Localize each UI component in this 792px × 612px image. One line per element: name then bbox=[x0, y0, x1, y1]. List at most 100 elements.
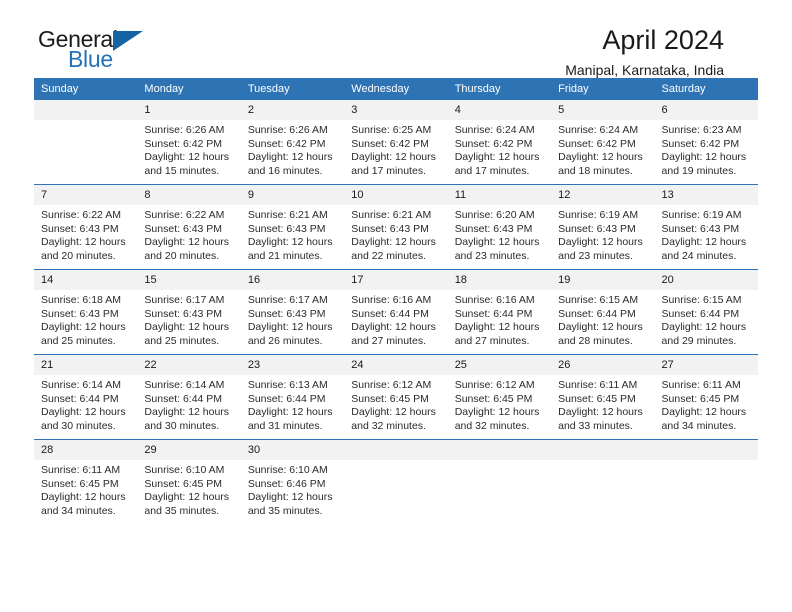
calendar-day-cell[interactable]: 29 Sunrise: 6:10 AM Sunset: 6:45 PM Dayligh… bbox=[137, 440, 241, 524]
day-number bbox=[447, 440, 552, 460]
calendar-day-cell[interactable]: 11 Sunrise: 6:20 AM Sunset: 6:43 PM Dayligh… bbox=[447, 185, 552, 269]
daylight-text: Daylight: 12 hours bbox=[454, 406, 540, 419]
sunset-text: Sunset: 6:42 PM bbox=[661, 137, 740, 150]
calendar-day-cell[interactable]: 30 Sunrise: 6:10 AM Sunset: 6:46 PM Dayligh… bbox=[240, 440, 345, 524]
daylight-text: Daylight: 12 hours bbox=[247, 151, 333, 164]
calendar-day-cell[interactable]: 25 Sunrise: 6:12 AM Sunset: 6:45 PM Dayligh… bbox=[447, 355, 552, 439]
day-number: 6 bbox=[654, 100, 758, 120]
day-number bbox=[344, 440, 448, 460]
calendar-day-cell[interactable]: 21 Sunrise: 6:14 AM Sunset: 6:44 PM Dayligh… bbox=[34, 355, 138, 439]
daylight-text: and 28 minutes. bbox=[558, 334, 633, 347]
calendar-day-cell[interactable]: 27 Sunrise: 6:11 AM Sunset: 6:45 PM Dayligh… bbox=[654, 355, 758, 439]
sunrise-text: Sunrise: 6:21 AM bbox=[247, 209, 328, 221]
day-details: Sunrise: 6:21 AM Sunset: 6:43 PM Daylight:… bbox=[344, 205, 447, 263]
calendar-day-cell[interactable]: 7 Sunrise: 6:22 AM Sunset: 6:43 PM Daylight… bbox=[34, 185, 138, 269]
calendar-day-cell[interactable]: 24 Sunrise: 6:12 AM Sunset: 6:45 PM Dayligh… bbox=[344, 355, 448, 439]
sunset-text: Sunset: 6:42 PM bbox=[351, 137, 429, 150]
daylight-text: and 27 minutes. bbox=[351, 334, 426, 347]
sunset-text: Sunset: 6:45 PM bbox=[351, 392, 429, 405]
day-cell-content: 11 Sunrise: 6:20 AM Sunset: 6:43 PM Dayligh… bbox=[447, 185, 552, 269]
weekday-header-cell: Sunday bbox=[34, 78, 138, 100]
day-details: Sunrise: 6:11 AM Sunset: 6:45 PM Daylight:… bbox=[551, 375, 654, 433]
sunset-text: Sunset: 6:43 PM bbox=[247, 307, 326, 320]
day-number: 8 bbox=[137, 185, 241, 205]
day-number: 22 bbox=[137, 355, 241, 375]
sunrise-text: Sunrise: 6:24 AM bbox=[558, 124, 639, 136]
day-cell-content: 17 Sunrise: 6:16 AM Sunset: 6:44 PM Dayligh… bbox=[344, 270, 448, 354]
daylight-text: and 17 minutes. bbox=[351, 164, 426, 177]
calendar-day-cell[interactable]: 10 Sunrise: 6:21 AM Sunset: 6:43 PM Dayligh… bbox=[344, 185, 448, 269]
sunrise-text: Sunrise: 6:13 AM bbox=[247, 379, 328, 391]
calendar-day-cell[interactable]: 13 Sunrise: 6:19 AM Sunset: 6:43 PM Dayligh… bbox=[654, 185, 758, 269]
daylight-text: and 22 minutes. bbox=[351, 249, 426, 262]
sunrise-text: Sunrise: 6:14 AM bbox=[41, 379, 121, 391]
page-subtitle: Manipal, Karnataka, India bbox=[565, 62, 724, 79]
sunset-text: Sunset: 6:44 PM bbox=[661, 307, 740, 320]
weekday-header-cell: Friday bbox=[551, 78, 655, 100]
day-number: 14 bbox=[34, 270, 138, 290]
calendar-day-cell[interactable]: 20 Sunrise: 6:15 AM Sunset: 6:44 PM Dayligh… bbox=[654, 270, 758, 354]
day-details: Sunrise: 6:17 AM Sunset: 6:43 PM Daylight:… bbox=[137, 290, 240, 348]
day-number: 23 bbox=[240, 355, 345, 375]
sunset-text: Sunset: 6:44 PM bbox=[41, 392, 119, 405]
calendar-day-cell[interactable]: 9 Sunrise: 6:21 AM Sunset: 6:43 PM Daylight… bbox=[240, 185, 345, 269]
calendar-week-row: 14 Sunrise: 6:18 AM Sunset: 6:43 PM Dayligh… bbox=[34, 270, 758, 354]
day-details: Sunrise: 6:24 AM Sunset: 6:42 PM Daylight:… bbox=[551, 120, 654, 178]
day-cell-content: 16 Sunrise: 6:17 AM Sunset: 6:43 PM Dayligh… bbox=[240, 270, 345, 354]
calendar-day-cell[interactable]: 14 Sunrise: 6:18 AM Sunset: 6:43 PM Dayligh… bbox=[34, 270, 138, 354]
daylight-text: Daylight: 12 hours bbox=[41, 321, 126, 334]
calendar-day-cell[interactable]: 19 Sunrise: 6:15 AM Sunset: 6:44 PM Dayligh… bbox=[551, 270, 655, 354]
sunset-text: Sunset: 6:42 PM bbox=[558, 137, 636, 150]
day-number: 15 bbox=[137, 270, 241, 290]
calendar-day-cell[interactable]: 5 Sunrise: 6:24 AM Sunset: 6:42 PM Daylight… bbox=[551, 100, 655, 184]
day-number: 17 bbox=[344, 270, 448, 290]
calendar-day-cell[interactable]: 8 Sunrise: 6:22 AM Sunset: 6:43 PM Daylight… bbox=[137, 185, 241, 269]
day-cell-content: 28 Sunrise: 6:11 AM Sunset: 6:45 PM Dayligh… bbox=[34, 440, 138, 524]
daylight-text: and 16 minutes. bbox=[247, 164, 323, 177]
daylight-text: and 33 minutes. bbox=[558, 419, 633, 432]
calendar-day-cell[interactable]: 3 Sunrise: 6:25 AM Sunset: 6:42 PM Daylight… bbox=[344, 100, 448, 184]
calendar-week-row: 1 Sunrise: 6:26 AM Sunset: 6:42 PM Daylight… bbox=[34, 100, 758, 184]
daylight-text: and 34 minutes. bbox=[41, 504, 116, 517]
generalblue-logo[interactable]: General Blue bbox=[38, 26, 258, 74]
logo-text-blue: Blue bbox=[68, 46, 113, 72]
calendar-day-cell[interactable]: 16 Sunrise: 6:17 AM Sunset: 6:43 PM Dayligh… bbox=[240, 270, 345, 354]
daylight-text: Daylight: 12 hours bbox=[454, 321, 540, 334]
calendar-day-cell[interactable]: 23 Sunrise: 6:13 AM Sunset: 6:44 PM Dayligh… bbox=[240, 355, 345, 439]
calendar-day-cell[interactable]: 26 Sunrise: 6:11 AM Sunset: 6:45 PM Dayligh… bbox=[551, 355, 655, 439]
day-details: Sunrise: 6:12 AM Sunset: 6:45 PM Daylight:… bbox=[344, 375, 447, 433]
calendar-day-cell[interactable]: 4 Sunrise: 6:24 AM Sunset: 6:42 PM Daylight… bbox=[447, 100, 552, 184]
daylight-text: Daylight: 12 hours bbox=[41, 491, 126, 504]
calendar-day-cell[interactable]: 28 Sunrise: 6:11 AM Sunset: 6:45 PM Dayligh… bbox=[34, 440, 138, 524]
day-number: 20 bbox=[654, 270, 758, 290]
daylight-text: and 23 minutes. bbox=[454, 249, 530, 262]
calendar-day-cell[interactable]: 18 Sunrise: 6:16 AM Sunset: 6:44 PM Dayligh… bbox=[447, 270, 552, 354]
day-details: Sunrise: 6:14 AM Sunset: 6:44 PM Daylight:… bbox=[137, 375, 240, 433]
sunrise-text: Sunrise: 6:10 AM bbox=[144, 464, 225, 476]
day-number: 1 bbox=[137, 100, 241, 120]
sunset-text: Sunset: 6:43 PM bbox=[454, 222, 533, 235]
daylight-text: Daylight: 12 hours bbox=[41, 406, 126, 419]
calendar-day-cell[interactable]: 17 Sunrise: 6:16 AM Sunset: 6:44 PM Dayligh… bbox=[344, 270, 448, 354]
calendar-day-cell[interactable]: 1 Sunrise: 6:26 AM Sunset: 6:42 PM Daylight… bbox=[137, 100, 241, 184]
calendar-day-cell[interactable]: 22 Sunrise: 6:14 AM Sunset: 6:44 PM Dayligh… bbox=[137, 355, 241, 439]
day-cell-content: 24 Sunrise: 6:12 AM Sunset: 6:45 PM Dayligh… bbox=[344, 355, 448, 439]
calendar-header-row: Sunday Monday Tuesday Wednesday Thursday Frid… bbox=[34, 78, 758, 100]
day-number: 30 bbox=[240, 440, 345, 460]
calendar-page: General Blue April 2024 Manipal, Karnata… bbox=[0, 0, 792, 612]
calendar-week-row: 28 Sunrise: 6:11 AM Sunset: 6:45 PM Dayligh… bbox=[34, 440, 758, 524]
sunrise-text: Sunrise: 6:11 AM bbox=[558, 379, 638, 391]
calendar-day-cell[interactable]: 6 Sunrise: 6:23 AM Sunset: 6:42 PM Daylight… bbox=[654, 100, 758, 184]
day-cell-content: 20 Sunrise: 6:15 AM Sunset: 6:44 PM Dayligh… bbox=[654, 270, 758, 354]
day-number: 5 bbox=[551, 100, 655, 120]
calendar-day-cell[interactable]: 2 Sunrise: 6:26 AM Sunset: 6:42 PM Daylight… bbox=[240, 100, 345, 184]
sunset-text: Sunset: 6:45 PM bbox=[558, 392, 636, 405]
calendar-day-cell-empty bbox=[551, 440, 655, 524]
sunrise-text: Sunrise: 6:17 AM bbox=[144, 294, 225, 306]
sunrise-text: Sunrise: 6:11 AM bbox=[41, 464, 121, 476]
day-cell-content: 7 Sunrise: 6:22 AM Sunset: 6:43 PM Daylight… bbox=[34, 185, 138, 269]
calendar-day-cell[interactable]: 15 Sunrise: 6:17 AM Sunset: 6:43 PM Dayligh… bbox=[137, 270, 241, 354]
calendar-day-cell[interactable]: 12 Sunrise: 6:19 AM Sunset: 6:43 PM Dayligh… bbox=[551, 185, 655, 269]
day-number: 24 bbox=[344, 355, 448, 375]
calendar-day-cell-empty bbox=[447, 440, 552, 524]
